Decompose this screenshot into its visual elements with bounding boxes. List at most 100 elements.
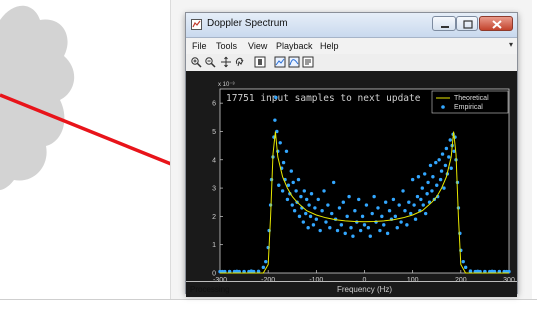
y-tick-label: 5 [212, 129, 216, 136]
empirical-point [426, 180, 430, 185]
minimize-button[interactable] [432, 16, 456, 31]
empirical-point [380, 214, 384, 219]
legend-empirical-swatch [441, 105, 445, 109]
empirical-point [449, 166, 453, 170]
empirical-point [401, 189, 405, 193]
empirical-point [419, 197, 423, 202]
empirical-point [328, 226, 332, 230]
empirical-point [438, 177, 443, 182]
zoom-in-icon[interactable] [190, 56, 202, 68]
y-tick-label: 2 [212, 214, 216, 221]
empirical-point [261, 265, 266, 270]
menu-playback[interactable]: Playback [276, 41, 313, 51]
y-tick-label: 4 [212, 157, 216, 164]
empirical-point [385, 231, 390, 236]
y-exponent-label: x 10⁻³ [218, 82, 235, 88]
empirical-point [358, 228, 363, 233]
empirical-point [391, 197, 396, 202]
rotate-icon[interactable] [234, 56, 246, 68]
empirical-point [405, 223, 409, 227]
x-axis-label: Frequency (Hz) [337, 285, 392, 294]
empirical-point [362, 223, 367, 227]
empirical-point [278, 141, 282, 145]
empirical-point [324, 220, 328, 224]
empirical-point [314, 217, 319, 221]
empirical-point [440, 152, 445, 156]
empirical-point [307, 203, 311, 207]
empirical-point [318, 228, 322, 233]
pin-icon[interactable]: ▾ [509, 40, 513, 49]
empirical-point [430, 189, 434, 193]
y-tick-label: 0 [212, 271, 216, 278]
empirical-point [281, 160, 286, 165]
empirical-point [316, 197, 320, 202]
y-tick-label: 6 [212, 101, 216, 108]
scale-icon[interactable] [274, 56, 286, 68]
empirical-point [387, 209, 392, 213]
empirical-point [335, 228, 340, 233]
empirical-point [366, 226, 371, 230]
empirical-point [360, 214, 365, 219]
empirical-point [345, 214, 349, 219]
title-bar[interactable]: Doppler Spectrum [186, 13, 517, 38]
plot-area: -300-200-10001002003000123456x 10⁻³Frequ… [186, 71, 517, 297]
empirical-point [395, 226, 399, 230]
menu-tools[interactable]: Tools [216, 41, 237, 51]
empirical-point [461, 259, 465, 264]
empirical-point [331, 180, 336, 185]
empirical-point [305, 197, 309, 202]
close-icon [492, 20, 502, 29]
empirical-point [463, 265, 468, 270]
overlay-status-text: 17751 input samples to next update [226, 93, 421, 104]
maximize-button[interactable] [456, 16, 478, 31]
empirical-point [284, 149, 289, 153]
empirical-point [420, 186, 424, 190]
empirical-point [413, 217, 418, 221]
empirical-point [458, 231, 462, 236]
empirical-point [330, 211, 334, 216]
empirical-point [326, 203, 330, 207]
doppler-spectrum-chart[interactable]: -300-200-10001002003000123456x 10⁻³Frequ… [186, 71, 517, 297]
pan-icon[interactable] [220, 56, 232, 68]
empirical-point [264, 259, 268, 264]
empirical-point [410, 177, 415, 182]
menu-help[interactable]: Help [320, 41, 339, 51]
empirical-point [296, 177, 301, 182]
minimize-icon [441, 26, 449, 28]
empirical-point [423, 211, 428, 216]
data-cursor-icon[interactable] [254, 56, 266, 68]
window-title: Doppler Spectrum [207, 18, 288, 29]
empirical-point [364, 203, 369, 207]
close-button[interactable] [479, 16, 513, 31]
empirical-point [382, 223, 386, 227]
empirical-point [376, 206, 380, 210]
menu-view[interactable]: View [248, 41, 267, 51]
app-icon [191, 19, 202, 30]
empirical-point [442, 186, 446, 190]
empirical-point [393, 214, 398, 219]
empirical-point [423, 172, 427, 176]
empirical-point [412, 203, 416, 207]
menu-file[interactable]: File [192, 41, 207, 51]
maximize-icon [463, 20, 473, 29]
doppler-spectrum-window: Doppler Spectrum File Tools View Playbac… [185, 12, 518, 297]
empirical-point [448, 138, 452, 142]
empirical-point [437, 158, 441, 162]
empirical-point [302, 189, 306, 193]
measure-icon[interactable] [288, 56, 300, 68]
empirical-point [339, 223, 344, 227]
empirical-point [311, 223, 316, 227]
status-divider [186, 281, 517, 282]
empirical-point [277, 183, 281, 187]
empirical-point [428, 163, 433, 168]
empirical-point [343, 231, 347, 236]
properties-icon[interactable] [302, 56, 314, 68]
empirical-point [416, 175, 421, 179]
legend-theoretical-label: Theoretical [454, 95, 489, 102]
empirical-point [304, 211, 308, 216]
cloud-shape [0, 5, 75, 191]
empirical-point [399, 220, 403, 224]
zoom-out-icon[interactable] [204, 56, 216, 68]
empirical-point [285, 197, 290, 202]
empirical-point [320, 209, 324, 213]
